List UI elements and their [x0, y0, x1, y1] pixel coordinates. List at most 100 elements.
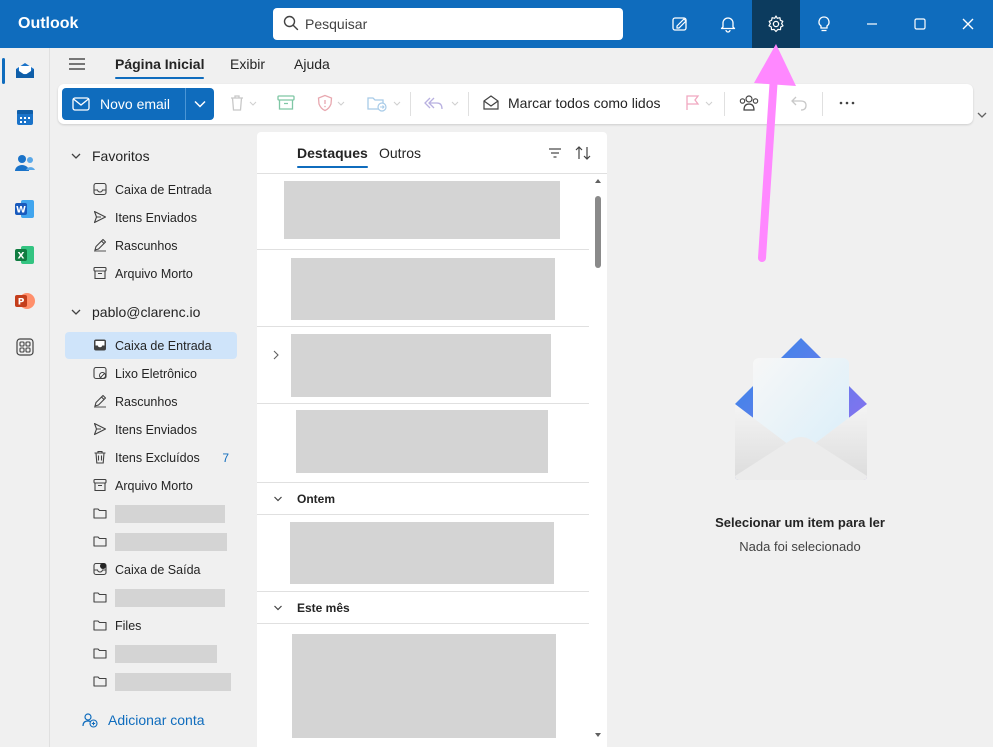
message-list-pane: Destaques Outros Ontem Este mês	[257, 132, 607, 747]
note-icon	[672, 17, 687, 31]
folder-custom[interactable]	[65, 640, 237, 667]
favorite-archive[interactable]: Arquivo Morto	[65, 260, 237, 287]
message-list-scrollbar[interactable]	[592, 174, 604, 747]
minimize-button[interactable]	[848, 0, 896, 48]
powerpoint-icon: P	[15, 293, 35, 309]
folder-label: Itens Excluídos	[115, 450, 200, 465]
group-header-yesterday[interactable]: Ontem	[257, 483, 589, 515]
report-button[interactable]	[316, 94, 346, 112]
scroll-thumb[interactable]	[595, 196, 601, 268]
rail-powerpoint[interactable]: P	[0, 278, 50, 324]
rail-calendar[interactable]	[0, 94, 50, 140]
new-mail-button[interactable]: Novo email	[62, 88, 186, 120]
message-item[interactable]	[257, 515, 589, 592]
send-icon	[93, 422, 107, 439]
folder-custom[interactable]	[65, 528, 237, 555]
folder-inbox[interactable]: Caixa de Entrada	[65, 332, 237, 359]
filter-icon	[549, 148, 561, 158]
reading-pane-title: Selecionar um item para ler	[715, 515, 885, 530]
message-item[interactable]	[257, 624, 589, 747]
outbox-icon	[93, 562, 107, 579]
folder-junk[interactable]: Lixo Eletrônico	[65, 360, 237, 387]
app-rail: W X P	[0, 48, 50, 747]
tab-focused[interactable]: Destaques	[297, 145, 368, 168]
hamburger-menu-button[interactable]	[68, 56, 86, 75]
favorite-drafts[interactable]: Rascunhos	[65, 232, 237, 259]
message-item[interactable]	[257, 174, 589, 250]
add-account-label: Adicionar conta	[108, 712, 205, 728]
tab-home[interactable]: Página Inicial	[115, 56, 205, 79]
folder-drafts[interactable]: Rascunhos	[65, 388, 237, 415]
send-icon	[93, 210, 107, 227]
word-icon: W	[15, 200, 34, 218]
message-item[interactable]	[257, 250, 589, 327]
scroll-down-icon	[595, 733, 601, 737]
redacted-message	[284, 181, 560, 239]
favorite-sent[interactable]: Itens Enviados	[65, 204, 237, 231]
tab-help[interactable]: Ajuda	[294, 56, 330, 72]
mark-all-read-label: Marcar todos como lidos	[508, 95, 661, 111]
folder-label: Rascunhos	[115, 394, 178, 409]
rail-more-apps[interactable]	[0, 324, 50, 370]
folder-outbox[interactable]: Caixa de Saída	[65, 556, 237, 583]
redacted-message	[291, 334, 551, 397]
folder-custom[interactable]	[65, 500, 237, 527]
ribbon-separator	[410, 92, 411, 116]
folder-custom[interactable]	[65, 668, 237, 695]
folder-custom[interactable]	[65, 584, 237, 611]
account-header[interactable]: pablo@clarenc.io	[70, 304, 200, 320]
redacted-folder-name	[115, 672, 231, 691]
new-mail-split-button[interactable]: Novo email	[62, 88, 214, 120]
redacted-folder-name	[115, 532, 227, 551]
tab-view[interactable]: Exibir	[230, 56, 265, 72]
close-button[interactable]	[944, 0, 992, 48]
rail-mail[interactable]	[0, 48, 50, 94]
chevron-right-icon	[273, 350, 279, 360]
bell-icon	[720, 17, 736, 33]
favorites-header[interactable]: Favoritos	[70, 148, 150, 164]
folder-sent[interactable]: Itens Enviados	[65, 416, 237, 443]
chevron-down-icon	[71, 309, 81, 315]
rail-excel[interactable]: X	[0, 232, 50, 278]
folder-archive[interactable]: Arquivo Morto	[65, 472, 237, 499]
folder-files[interactable]: Files	[65, 612, 237, 639]
tips-button[interactable]	[800, 0, 848, 48]
maximize-button[interactable]	[896, 0, 944, 48]
scroll-up-icon	[595, 179, 601, 183]
menu-row: Página Inicial Exibir Ajuda	[50, 48, 993, 82]
message-item[interactable]	[257, 327, 589, 404]
search-input[interactable]	[305, 16, 605, 32]
more-options-button[interactable]	[838, 94, 856, 112]
folder-label: Caixa de Saída	[115, 562, 201, 577]
search-box[interactable]	[273, 8, 623, 40]
calendar-icon	[17, 110, 33, 125]
mark-all-read-button[interactable]: Marcar todos como lidos	[482, 94, 661, 112]
reply-all-button[interactable]	[422, 94, 462, 112]
folder-deleted[interactable]: Itens Excluídos 7	[65, 444, 237, 471]
delete-button[interactable]	[228, 94, 258, 112]
rail-word[interactable]: W	[0, 186, 50, 232]
add-account-link[interactable]: Adicionar conta	[82, 712, 205, 728]
archive-button[interactable]	[276, 94, 296, 112]
reading-pane: Selecionar um item para ler Nada foi sel…	[607, 132, 993, 747]
sort-icon	[575, 146, 591, 160]
rail-people[interactable]	[0, 140, 50, 186]
message-item[interactable]	[257, 404, 589, 483]
ribbon-expand-button[interactable]	[976, 108, 988, 123]
move-button[interactable]	[366, 94, 402, 112]
tab-other[interactable]: Outros	[379, 145, 421, 161]
folder-label: Rascunhos	[115, 238, 178, 253]
svg-text:X: X	[18, 252, 25, 262]
my-day-button[interactable]	[656, 0, 704, 48]
chevron-down-icon	[274, 496, 282, 501]
filter-button[interactable]	[547, 146, 563, 163]
expand-thread-button[interactable]	[272, 348, 280, 363]
flag-button[interactable]	[684, 94, 714, 112]
sort-button[interactable]	[574, 145, 592, 164]
favorite-inbox[interactable]: Caixa de Entrada	[65, 176, 237, 203]
new-mail-dropdown[interactable]	[186, 88, 214, 120]
ribbon-toolbar: Novo email Marcar todos como lidos	[58, 84, 973, 124]
group-header-this-month[interactable]: Este mês	[257, 592, 589, 624]
gear-icon	[768, 15, 784, 33]
folder-icon	[93, 590, 107, 607]
